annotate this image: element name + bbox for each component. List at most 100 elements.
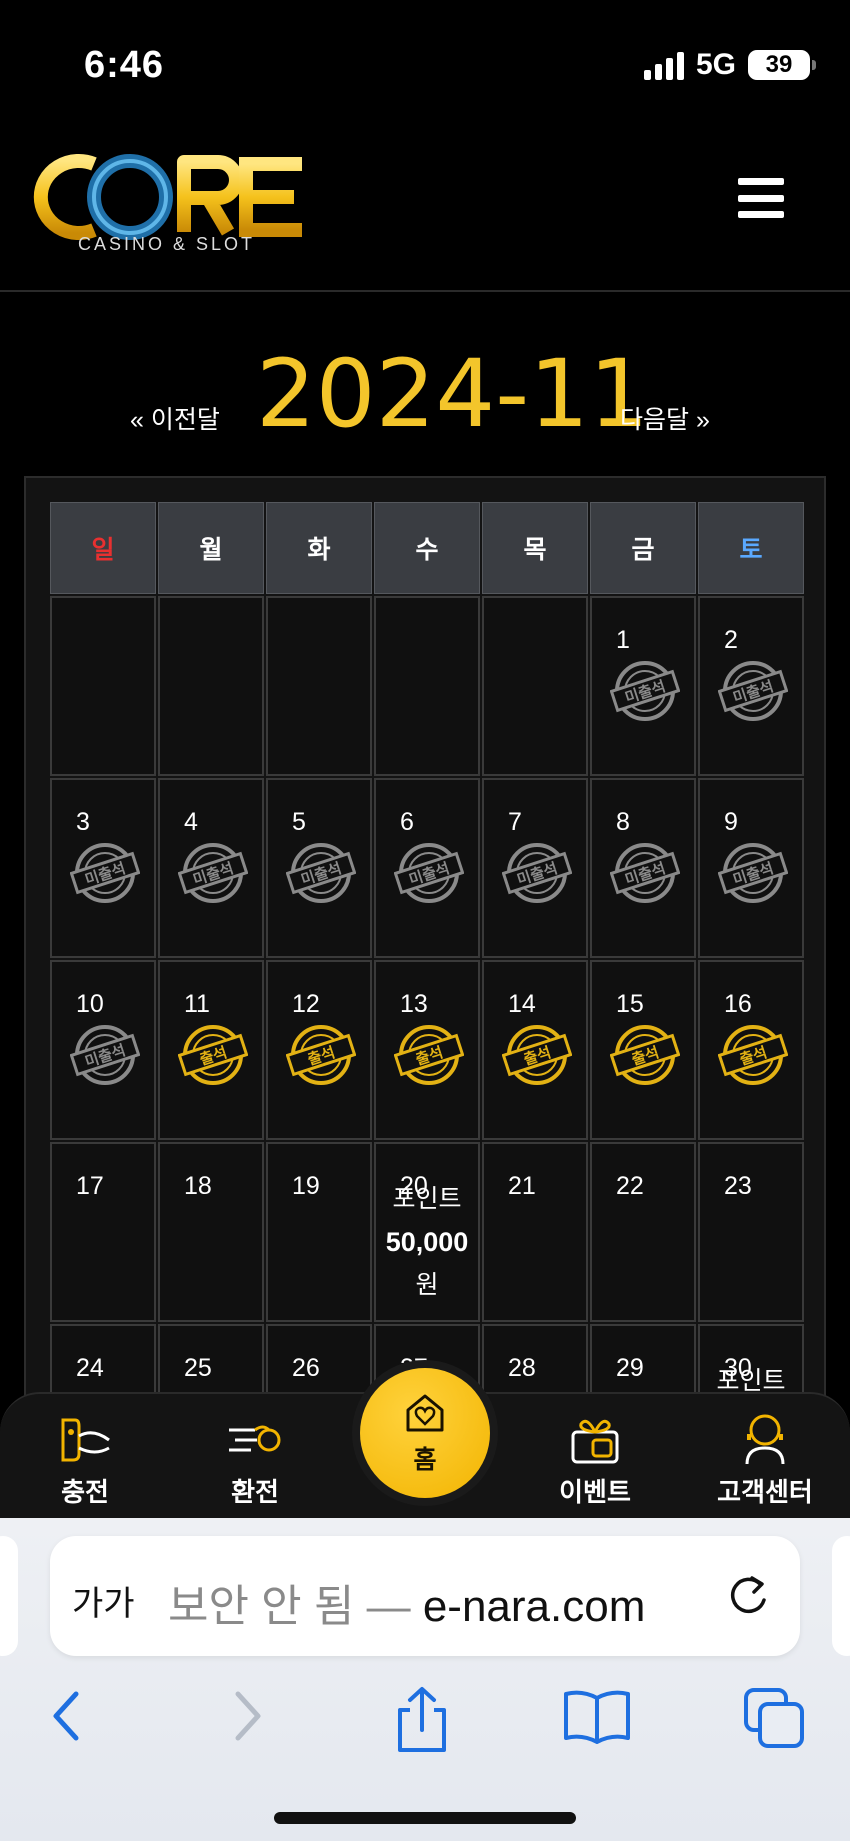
calendar-day-22[interactable]: 22 <box>590 1142 696 1322</box>
calendar-empty-cell <box>482 596 588 776</box>
reload-icon[interactable] <box>726 1572 770 1618</box>
calendar-day-6[interactable]: 6 미출석 <box>374 778 480 958</box>
absent-stamp-icon: 미출석 <box>286 843 356 903</box>
attended-stamp-icon: 출석 <box>502 1025 572 1085</box>
url-text: 보안 안 됨 — e-nara.com <box>168 1570 645 1634</box>
day-number: 28 <box>508 1354 536 1382</box>
weekday-header: 수 <box>374 502 480 594</box>
tabs-icon[interactable] <box>742 1686 806 1750</box>
nav-event-label: 이벤트 <box>559 1477 631 1507</box>
deposit-icon <box>61 1418 110 1462</box>
calendar-day-10[interactable]: 10 미출석 <box>50 960 156 1140</box>
point-label: 포인트 <box>392 1185 462 1213</box>
absent-stamp-icon: 미출석 <box>70 1025 140 1085</box>
day-number: 19 <box>292 1172 320 1200</box>
prev-tab-edge[interactable] <box>0 1536 18 1656</box>
calendar-day-8[interactable]: 8 미출석 <box>590 778 696 958</box>
prev-month-link[interactable]: « 이전달 <box>130 400 220 436</box>
day-number: 12 <box>292 990 320 1018</box>
withdraw-icon <box>229 1425 281 1452</box>
calendar-day-19[interactable]: 19 <box>266 1142 372 1322</box>
calendar-day-15[interactable]: 15 출석 <box>590 960 696 1140</box>
calendar-day-13[interactable]: 13 출석 <box>374 960 480 1140</box>
day-number: 2 <box>724 626 738 654</box>
calendar-day-14[interactable]: 14 출석 <box>482 960 588 1140</box>
calendar-day-3[interactable]: 3 미출석 <box>50 778 156 958</box>
day-number: 17 <box>76 1172 104 1200</box>
day-number: 5 <box>292 808 306 836</box>
calendar-day-16[interactable]: 16 출석 <box>698 960 804 1140</box>
next-tab-edge[interactable] <box>832 1536 850 1656</box>
calendar-day-7[interactable]: 7 미출석 <box>482 778 588 958</box>
nav-support[interactable]: 고객센터 <box>700 1410 830 1509</box>
month-navigation: « 이전달 2024-11 다음달 » <box>0 340 850 449</box>
browser-toolbar <box>0 1670 850 1770</box>
weekday-header: 일 <box>50 502 156 594</box>
weekday-header: 월 <box>158 502 264 594</box>
reader-text-size-button[interactable]: 가가 <box>72 1576 135 1625</box>
calendar-day-23[interactable]: 23 <box>698 1142 804 1322</box>
absent-stamp-icon: 미출석 <box>718 843 788 903</box>
day-number: 18 <box>184 1172 212 1200</box>
address-bar[interactable]: 가가 보안 안 됨 — e-nara.com <box>50 1536 800 1656</box>
day-number: 14 <box>508 990 536 1018</box>
calendar-day-21[interactable]: 21 <box>482 1142 588 1322</box>
calendar-day-5[interactable]: 5 미출석 <box>266 778 372 958</box>
calendar-empty-cell <box>374 596 480 776</box>
status-indicators: 5G 39 <box>643 48 816 82</box>
day-number: 3 <box>76 808 90 836</box>
calendar-empty-cell <box>158 596 264 776</box>
calendar-day-18[interactable]: 18 <box>158 1142 264 1322</box>
day-number: 29 <box>616 1354 644 1382</box>
hamburger-menu-icon[interactable] <box>738 178 784 218</box>
url-host: e-nara.com <box>422 1582 646 1631</box>
calendar-day-17[interactable]: 17 <box>50 1142 156 1322</box>
absent-stamp-icon: 미출석 <box>70 843 140 903</box>
nav-home-button[interactable]: 홈 <box>352 1360 498 1506</box>
calendar-empty-cell <box>50 596 156 776</box>
calendar-empty-cell <box>266 596 372 776</box>
nav-support-label: 고객센터 <box>717 1477 813 1507</box>
attended-stamp-icon: 출석 <box>718 1025 788 1085</box>
day-number: 10 <box>76 990 104 1018</box>
attended-stamp-icon: 출석 <box>178 1025 248 1085</box>
gift-icon <box>571 1419 619 1464</box>
day-number: 11 <box>184 990 210 1018</box>
absent-stamp-icon: 미출석 <box>610 661 680 721</box>
weekday-header: 화 <box>266 502 372 594</box>
forward-icon[interactable] <box>228 1686 268 1746</box>
day-number: 7 <box>508 808 522 836</box>
calendar-day-20[interactable]: 20 포인트 50,000 원 <box>374 1142 480 1322</box>
calendar-day-9[interactable]: 9 미출석 <box>698 778 804 958</box>
next-month-link[interactable]: 다음달 » <box>620 400 710 436</box>
absent-stamp-icon: 미출석 <box>610 843 680 903</box>
browser-chrome: 가가 보안 안 됨 — e-nara.com <box>0 1518 850 1841</box>
nav-withdraw[interactable]: 환전 <box>190 1410 320 1509</box>
back-icon[interactable] <box>46 1686 86 1746</box>
calendar-day-12[interactable]: 12 출석 <box>266 960 372 1140</box>
bookmarks-icon[interactable] <box>562 1686 632 1746</box>
month-title: 2024-11 <box>256 340 649 449</box>
nav-home-label: 홈 <box>413 1446 437 1474</box>
day-number: 1 <box>616 626 630 654</box>
point-reward: 포인트 50,000 원 <box>376 1178 478 1307</box>
attended-stamp-icon: 출석 <box>286 1025 356 1085</box>
battery-icon: 39 <box>748 50 816 80</box>
day-number: 9 <box>724 808 738 836</box>
site-header: CASINO & SLOT <box>0 130 850 292</box>
calendar-day-2[interactable]: 2 미출석 <box>698 596 804 776</box>
calendar-day-1[interactable]: 1 미출석 <box>590 596 696 776</box>
day-number: 22 <box>616 1172 644 1200</box>
share-icon[interactable] <box>392 1686 452 1756</box>
day-number: 16 <box>724 990 752 1018</box>
day-number: 23 <box>724 1172 752 1200</box>
calendar-day-11[interactable]: 11 출석 <box>158 960 264 1140</box>
day-number: 6 <box>400 808 414 836</box>
weekday-header: 토 <box>698 502 804 594</box>
nav-event[interactable]: 이벤트 <box>530 1410 660 1509</box>
status-time: 6:46 <box>84 44 165 86</box>
calendar-day-4[interactable]: 4 미출석 <box>158 778 264 958</box>
point-amount: 50,000 <box>385 1227 469 1257</box>
nav-deposit[interactable]: 충전 <box>20 1410 150 1509</box>
point-unit: 원 <box>415 1271 439 1299</box>
